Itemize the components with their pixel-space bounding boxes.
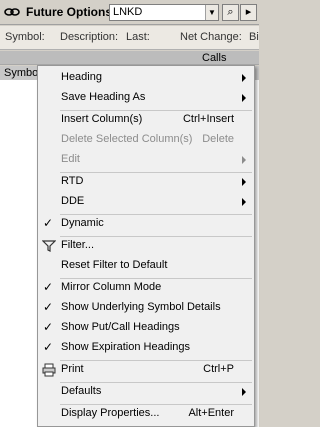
check-icon: ✓ (43, 216, 54, 230)
chevron-down-icon[interactable]: ▼ (205, 5, 218, 20)
filter-icon (42, 240, 56, 252)
menu-item-insert-columns[interactable]: Insert Column(s) Ctrl+Insert (38, 110, 254, 130)
check-icon: ✓ (43, 280, 54, 294)
menu-item-display-properties[interactable]: Display Properties... Alt+Enter (38, 404, 254, 424)
symbol-column-header[interactable]: Symbol (4, 67, 41, 79)
symbol-input[interactable]: LNKD ▼ (109, 4, 219, 21)
symbol-label: Symbol: (5, 31, 45, 43)
menu-item-save-heading-as[interactable]: Save Heading As (38, 88, 254, 108)
calls-header: Calls (202, 52, 227, 64)
grid-group-header: Calls (0, 51, 259, 65)
printer-icon (42, 363, 56, 377)
title-bar: Future Options LNKD ▼ ⌕ ▸ (0, 0, 259, 25)
menu-item-dde[interactable]: DDE (38, 192, 254, 212)
menu-item-mirror-column-mode[interactable]: ✓ Mirror Column Mode (38, 278, 254, 298)
menu-item-dynamic[interactable]: ✓ Dynamic (38, 214, 254, 234)
menu-item-defaults[interactable]: Defaults (38, 382, 254, 402)
shortcut-label: Alt+Enter (188, 407, 234, 419)
submenu-arrow-icon (242, 94, 246, 102)
search-icon[interactable]: ⌕ (222, 4, 239, 21)
menu-item-show-putcall-headings[interactable]: ✓ Show Put/Call Headings (38, 318, 254, 338)
submenu-arrow-icon (242, 178, 246, 186)
submenu-arrow-icon (242, 388, 246, 396)
menu-item-heading[interactable]: Heading (38, 68, 254, 88)
menu-item-print[interactable]: Print Ctrl+P (38, 360, 254, 380)
menu-item-filter[interactable]: Filter... (38, 236, 254, 256)
check-icon: ✓ (43, 320, 54, 334)
symbol-value: LNKD (113, 6, 143, 18)
shortcut-label: Delete (202, 133, 234, 145)
quote-info-row: Symbol: Description: Last: Net Change: B… (0, 26, 259, 50)
bid-label: Bi (249, 31, 259, 43)
window-menu-icon[interactable]: ▸ (240, 4, 257, 21)
check-icon: ✓ (43, 300, 54, 314)
submenu-arrow-icon (242, 74, 246, 82)
menu-item-rtd[interactable]: RTD (38, 172, 254, 192)
context-menu: Heading Save Heading As Insert Column(s)… (37, 65, 255, 427)
submenu-arrow-icon (242, 198, 246, 206)
menu-item-delete-columns: Delete Selected Column(s) Delete (61, 133, 234, 145)
link-icon[interactable] (4, 6, 20, 18)
net-change-label: Net Change: (180, 31, 242, 43)
menu-item-edit: Edit (38, 150, 254, 170)
menu-item-reset-filter[interactable]: Reset Filter to Default (38, 256, 254, 276)
menu-item-show-expiration-headings[interactable]: ✓ Show Expiration Headings (38, 338, 254, 358)
last-label: Last: (126, 31, 150, 43)
menu-item-show-underlying[interactable]: ✓ Show Underlying Symbol Details (38, 298, 254, 318)
window-title: Future Options (26, 5, 112, 19)
shortcut-label: Ctrl+Insert (182, 113, 234, 125)
shortcut-label: Ctrl+P (203, 363, 234, 375)
submenu-arrow-icon (242, 156, 246, 164)
check-icon: ✓ (43, 340, 54, 354)
description-label: Description: (60, 31, 119, 43)
